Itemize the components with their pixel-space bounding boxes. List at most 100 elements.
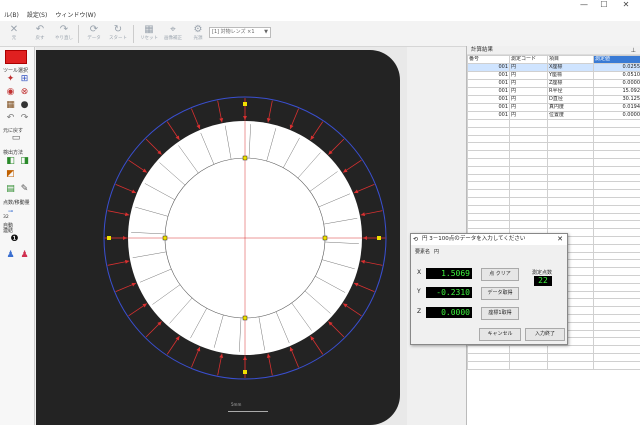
- table-cell: [593, 345, 640, 354]
- table-cell: [593, 352, 640, 362]
- table-row[interactable]: 001 円 R半径 15.092: [467, 87, 640, 96]
- person-blue-icon[interactable]: ♟: [5, 250, 16, 261]
- table-row-empty[interactable]: [467, 181, 640, 191]
- lens-select[interactable]: [1] 対物レンズ ×1 ▼: [209, 27, 271, 38]
- image-viewport[interactable]: 5mm: [36, 47, 407, 425]
- box-icon[interactable]: ▭: [8, 133, 24, 144]
- table-row-empty[interactable]: [467, 142, 640, 152]
- circle-tool-icon[interactable]: ◉: [5, 87, 16, 98]
- point-tool-icon[interactable]: ✦: [5, 74, 16, 85]
- pen-icon[interactable]: ✎: [19, 184, 30, 195]
- table-row[interactable]: 001 円位置度 0.0000: [467, 111, 640, 120]
- undo-arrow-icon[interactable]: ↶: [5, 113, 16, 124]
- toolbar-light-button[interactable]: ⚙ 光源: [186, 23, 210, 45]
- table-row-empty[interactable]: [467, 220, 640, 230]
- table-row-empty[interactable]: [467, 204, 640, 214]
- line-tool-icon[interactable]: ⊞: [19, 74, 30, 85]
- table-cell: 0.0255: [593, 63, 640, 72]
- column-header-number[interactable]: 番号: [467, 55, 510, 64]
- menu-item-view[interactable]: ル(B): [4, 11, 19, 21]
- table-cell: 15.092: [593, 87, 640, 96]
- table-cell: R半径: [547, 87, 594, 96]
- table-row[interactable]: 001 円 Z座標 0.0000: [467, 79, 640, 88]
- person-red-icon[interactable]: ♟: [19, 250, 30, 261]
- column-header-value[interactable]: 測定値: [593, 55, 640, 64]
- table-row-empty[interactable]: [467, 157, 640, 167]
- edge-method-icon[interactable]: ◧: [5, 156, 16, 167]
- redo-arrow-icon[interactable]: ↷: [19, 113, 30, 124]
- column-header-item[interactable]: 項目: [547, 55, 594, 64]
- maximize-button[interactable]: ☐: [596, 0, 612, 11]
- table-row[interactable]: 001 円 D直径 30.125: [467, 95, 640, 104]
- edge-vector-head: [219, 353, 224, 359]
- toolbar-image-button[interactable]: ⌖ 画像補正: [161, 23, 185, 45]
- table-cell: [509, 126, 548, 136]
- manual-method-icon[interactable]: ◩: [5, 169, 16, 180]
- element-name-label: 要素名: [415, 249, 431, 255]
- edge-vector-head: [142, 303, 147, 308]
- cancel-button[interactable]: キャンセル: [479, 328, 521, 341]
- table-cell: [593, 228, 640, 237]
- table-row-empty[interactable]: [467, 165, 640, 175]
- table-cell: 円: [509, 71, 548, 80]
- table-row[interactable]: 001 円 X座標 0.0255: [467, 63, 640, 72]
- table-cell: D直径: [547, 95, 594, 104]
- bomb-tool-icon[interactable]: ●: [19, 100, 30, 111]
- table-cell: 0.0194: [593, 103, 640, 112]
- table-row-empty[interactable]: [467, 119, 640, 128]
- edge-vector-head: [142, 168, 147, 173]
- table-cell: [547, 212, 594, 222]
- column-header-code[interactable]: 測定コード: [509, 55, 548, 64]
- element-name-row: 要素名円: [415, 248, 439, 255]
- scan-icon[interactable]: ▤: [5, 184, 16, 195]
- table-row[interactable]: 001 円 Y座標 0.0510: [467, 71, 640, 80]
- table-row-empty[interactable]: [467, 134, 640, 144]
- toolbar-data-button[interactable]: ⟳ データ: [82, 23, 106, 45]
- table-row-empty[interactable]: [467, 212, 640, 222]
- element-name-value: 円: [434, 249, 440, 255]
- scale-label: 5mm: [231, 402, 242, 407]
- grid-tool-icon[interactable]: ▦: [5, 100, 16, 111]
- table-cell: [467, 181, 510, 191]
- table-cell: [547, 196, 594, 206]
- table-cell: [593, 220, 640, 230]
- pin-icon[interactable]: ⊥: [631, 46, 636, 55]
- table-cell: [509, 352, 548, 362]
- grid-icon: ▦: [144, 23, 154, 35]
- camera-icon: ⌖: [170, 23, 176, 35]
- edge-vector-head: [310, 135, 315, 140]
- table-row-empty[interactable]: [467, 126, 640, 136]
- table-cell: [593, 126, 640, 136]
- menu-item-settings[interactable]: 設定(S): [27, 11, 48, 21]
- get-data-button[interactable]: データ取得: [481, 287, 519, 300]
- table-cell: [509, 204, 548, 214]
- toolbar-undo-button[interactable]: ↶ 戻す: [28, 23, 52, 45]
- toolbar-reset-button[interactable]: ▦ リセット: [137, 23, 161, 45]
- auto-method-icon[interactable]: ◨: [19, 156, 30, 167]
- table-row[interactable]: 001 円真円度 0.0194: [467, 103, 640, 112]
- table-row-empty[interactable]: [467, 173, 640, 183]
- dialog-close-icon[interactable]: ✕: [557, 234, 563, 245]
- y-label: Y: [417, 288, 421, 295]
- toolbar-start-button[interactable]: ↻ スタート: [106, 23, 130, 45]
- table-row-empty[interactable]: [467, 150, 640, 159]
- menu-item-window[interactable]: ウィンドウ(W): [55, 11, 96, 21]
- toolbar-delete-button[interactable]: ✕ 元: [2, 23, 26, 45]
- arc-tool-icon[interactable]: ⊗: [19, 87, 30, 98]
- record-icon[interactable]: ❶: [9, 234, 20, 245]
- spin-value[interactable]: 32: [3, 215, 9, 220]
- table-cell: [547, 181, 594, 191]
- toolbar-redo-button[interactable]: ↷ やり直し: [52, 23, 76, 45]
- close-button[interactable]: ✕: [618, 0, 634, 11]
- table-row-empty[interactable]: [467, 196, 640, 206]
- get-coordinate-button[interactable]: 座標1取得: [481, 307, 519, 320]
- table-row-empty[interactable]: [467, 352, 640, 362]
- minimize-button[interactable]: —: [576, 0, 592, 11]
- finish-input-button[interactable]: 入力終了: [525, 328, 565, 341]
- table-cell: 0.0000: [593, 111, 640, 120]
- table-row-empty[interactable]: [467, 360, 640, 370]
- table-row-empty[interactable]: [467, 345, 640, 354]
- stop-indicator[interactable]: [5, 50, 27, 64]
- table-row-empty[interactable]: [467, 189, 640, 198]
- point-clear-button[interactable]: 点 クリア: [481, 268, 519, 281]
